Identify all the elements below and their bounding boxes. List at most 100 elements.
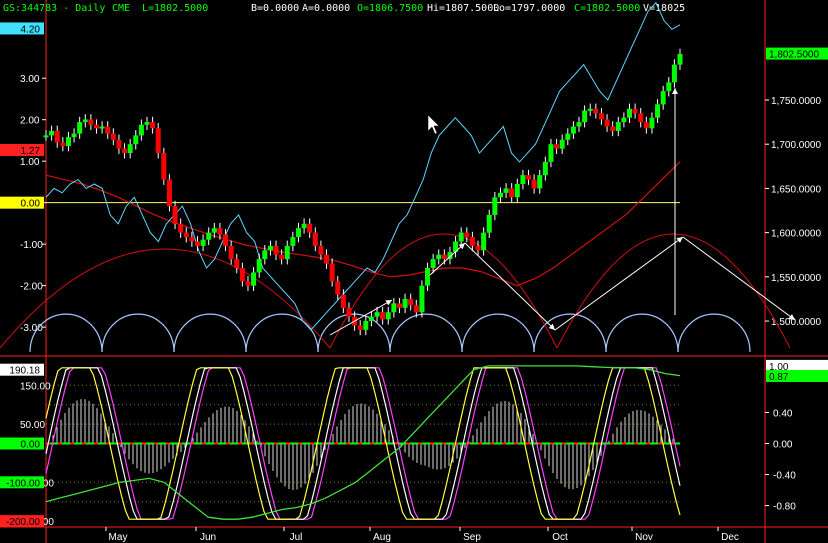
price-bar <box>77 122 83 134</box>
price-bar <box>492 197 498 215</box>
price-bar <box>408 298 414 306</box>
price-bar <box>318 245 324 255</box>
price-bar <box>363 321 369 330</box>
price-bar <box>239 268 245 282</box>
price-bar <box>481 232 487 251</box>
price-bar <box>295 228 301 238</box>
right-tick-label: 1,600.0000 <box>771 229 821 240</box>
header-volume: V=18025 <box>643 3 685 14</box>
right-tick-label: 1,750.0000 <box>771 96 821 107</box>
price-bar <box>138 124 144 136</box>
price-bar <box>559 139 565 149</box>
price-bar <box>632 108 638 114</box>
price-bar <box>582 110 588 123</box>
value-badge-label: -100.00 <box>6 478 40 489</box>
price-bar <box>340 294 346 308</box>
price-bar <box>245 281 251 286</box>
price-bar <box>436 254 442 260</box>
price-bar <box>279 254 285 260</box>
price-bar <box>554 144 560 149</box>
header-low: Lo=1797.0000 <box>493 3 565 14</box>
price-bar <box>671 64 677 83</box>
price-bar <box>183 232 189 238</box>
price-bar <box>267 245 273 251</box>
price-bar <box>660 91 666 105</box>
value-badge-label: 190.18 <box>9 366 40 377</box>
lower-left-tick-label: 150.00 <box>20 381 51 392</box>
price-chart[interactable]: GS:344783 - Daily CME L=1802.5000 B=0.0000 A… <box>0 0 828 543</box>
lower-right-tick-label: -0.80 <box>773 502 796 513</box>
left-tick-label: 1.00 <box>20 157 40 168</box>
price-bar <box>627 108 633 118</box>
price-bar <box>329 263 335 282</box>
price-bar <box>65 137 71 146</box>
price-bar <box>200 239 206 246</box>
price-bar <box>60 142 66 146</box>
x-tick-label: Nov <box>635 532 653 543</box>
right-tick-label: 1,650.0000 <box>771 184 821 195</box>
price-bar <box>234 259 240 268</box>
header-last: L=1802.5000 <box>142 3 208 14</box>
price-bar <box>256 259 262 273</box>
price-bar <box>71 133 77 138</box>
price-bar <box>615 122 621 131</box>
price-bar <box>486 214 492 233</box>
x-tick-label: Aug <box>373 532 391 543</box>
price-bar <box>475 245 481 251</box>
price-bar <box>520 175 526 184</box>
price-bar <box>514 184 520 198</box>
price-bar <box>105 126 111 134</box>
price-bar <box>655 104 661 118</box>
price-bar <box>93 124 99 129</box>
price-bar <box>666 82 672 92</box>
price-bar <box>116 139 122 149</box>
price-bar <box>335 281 341 295</box>
price-bar <box>385 312 391 320</box>
x-tick-label: Jul <box>290 532 303 543</box>
price-bar <box>565 133 571 140</box>
right-tick-label: 1,700.0000 <box>771 140 821 151</box>
header-symbol: GS:344783 - Daily <box>3 3 105 14</box>
price-bar <box>509 188 515 198</box>
left-tick-label: 2.00 <box>20 116 40 127</box>
price-bar <box>419 285 425 313</box>
value-badge-label: 4.20 <box>21 24 41 35</box>
price-bar <box>217 228 223 235</box>
price-bar <box>189 237 195 242</box>
price-bar <box>357 325 363 330</box>
right-tick-label: 1,550.0000 <box>771 273 821 284</box>
price-bar <box>570 126 576 134</box>
price-bar <box>649 117 655 129</box>
x-tick-label: Jun <box>200 532 216 543</box>
price-bar <box>391 303 397 313</box>
header-ask: A=0.0000 <box>302 3 350 14</box>
value-badge-label: 0.87 <box>769 372 789 383</box>
price-bar <box>368 316 374 322</box>
header-bid: B=0.0000 <box>251 3 299 14</box>
header-open: O=1806.7500 <box>357 3 423 14</box>
x-tick-label: Dec <box>721 532 739 543</box>
price-bar <box>548 144 554 162</box>
price-bar <box>402 298 408 308</box>
price-bar <box>643 122 649 129</box>
price-bar <box>251 272 257 286</box>
lower-right-tick-label: -0.40 <box>773 471 796 482</box>
price-bar <box>110 133 116 140</box>
price-bar <box>273 245 279 255</box>
price-bar <box>54 130 60 143</box>
price-bar <box>598 113 604 120</box>
price-bar <box>593 108 599 114</box>
x-tick-label: Sep <box>463 532 481 543</box>
price-bar <box>262 250 268 260</box>
price-bar <box>425 268 431 286</box>
price-bar <box>178 223 184 233</box>
price-bar <box>638 113 644 123</box>
price-bar <box>82 119 88 123</box>
price-bar <box>677 54 683 65</box>
price-bar <box>161 153 167 180</box>
x-tick-label: Oct <box>552 532 568 543</box>
price-bar <box>43 135 49 138</box>
price-bar <box>211 228 217 233</box>
price-bar <box>122 148 128 154</box>
price-bar <box>374 312 380 317</box>
